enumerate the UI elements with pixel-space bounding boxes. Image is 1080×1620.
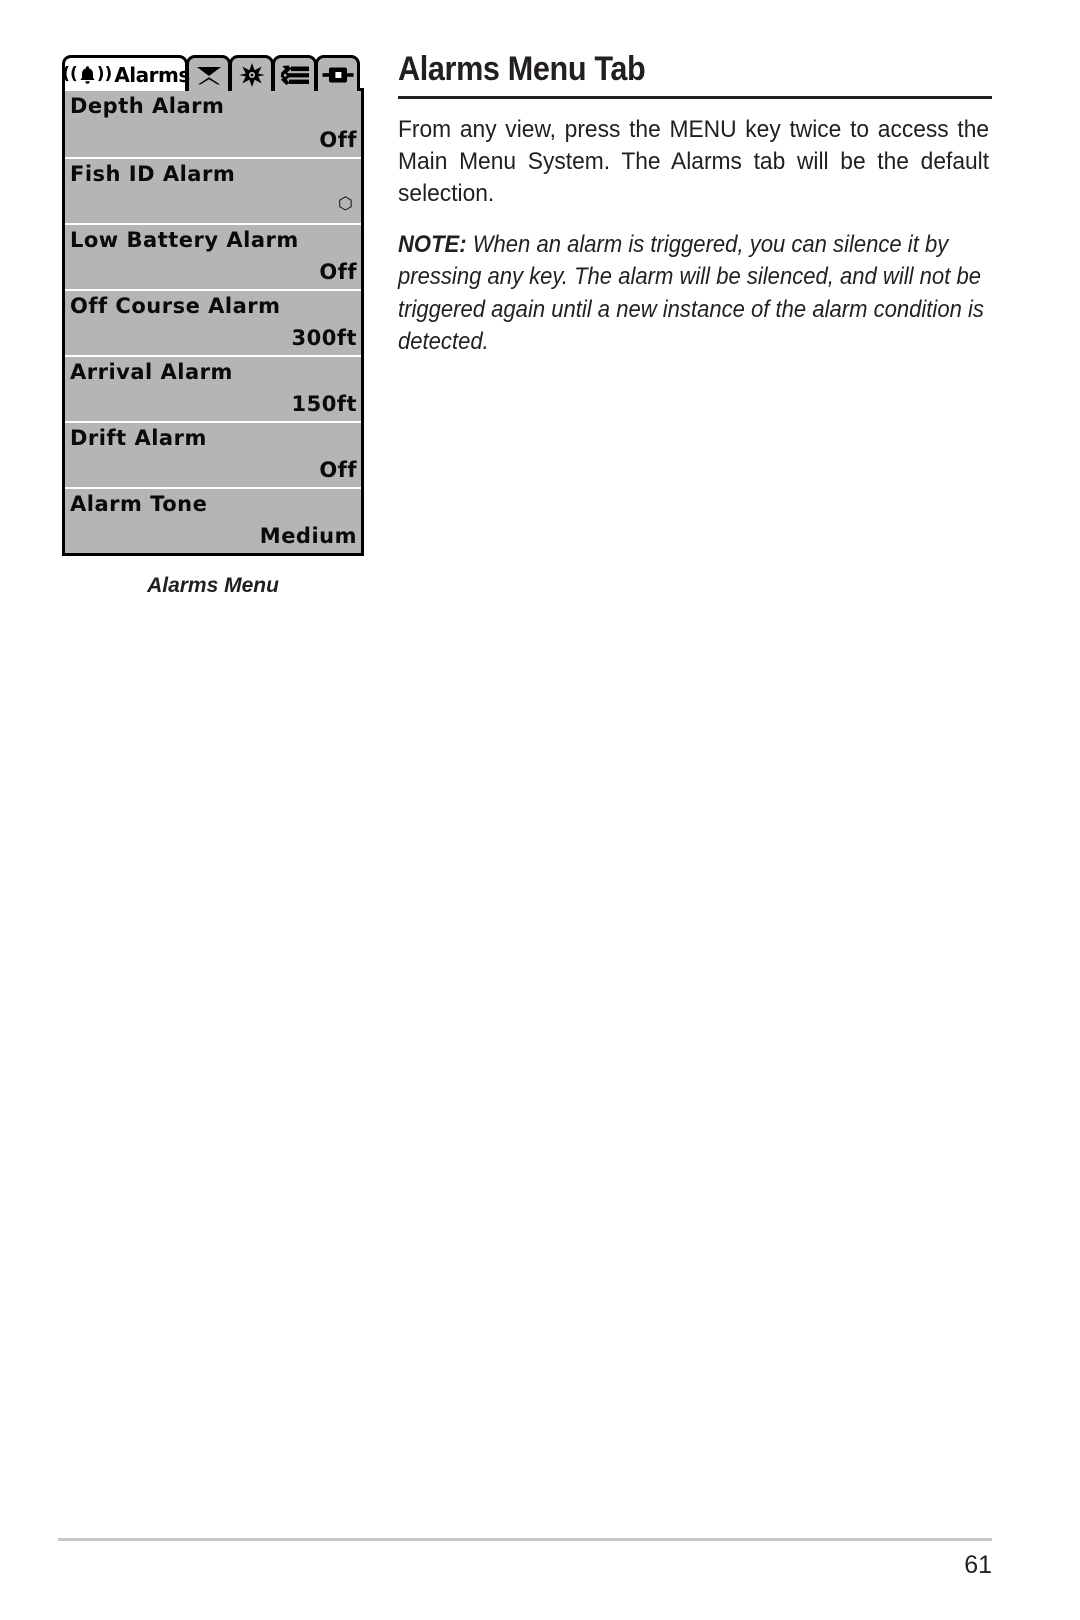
note-paragraph: NOTE: When an alarm is triggered, you ca… xyxy=(398,229,991,359)
sound-wave-left-icon: (( xyxy=(62,64,78,84)
menu-row[interactable]: Off Course Alarm 300ft xyxy=(65,289,361,355)
alarms-menu-list: Depth Alarm Off Fish ID Alarm ⬡ Low Batt… xyxy=(62,88,364,556)
menu-row-label: Drift Alarm xyxy=(70,426,207,450)
footer-divider xyxy=(58,1538,992,1541)
intro-paragraph: From any view, press the MENU key twice … xyxy=(398,115,990,208)
article-content: Alarms Menu Tab From any view, press the… xyxy=(398,50,992,359)
tab-alarms[interactable]: (( )) Alarms xyxy=(62,55,190,91)
menu-row-value: 300ft xyxy=(291,326,357,350)
heading-divider xyxy=(398,95,992,99)
brightness-sun-icon xyxy=(238,62,265,87)
tab-accessories[interactable] xyxy=(315,55,360,91)
wrench-sliders-icon xyxy=(280,65,309,85)
menu-row[interactable]: Arrival Alarm 150ft xyxy=(65,355,361,421)
bell-glyph-icon xyxy=(80,65,95,84)
menu-row-value: Medium xyxy=(259,524,357,548)
tab-setup[interactable] xyxy=(272,55,317,91)
menu-row-label: Depth Alarm xyxy=(70,94,225,118)
tab-alarms-label: Alarms xyxy=(114,62,190,87)
bell-icon: (( )) xyxy=(62,65,112,85)
menu-row-value: Off xyxy=(319,458,357,482)
menu-row-label: Alarm Tone xyxy=(70,492,208,516)
menu-row-label: Low Battery Alarm xyxy=(70,228,299,252)
menu-row-label: Fish ID Alarm xyxy=(70,162,236,186)
tab-sonar[interactable] xyxy=(186,55,231,91)
accessory-connector-icon xyxy=(322,67,353,82)
sonar-cone-icon xyxy=(196,66,221,84)
manual-page: (( )) Alarms Depth Alarm Off Fish ID Ala… xyxy=(0,0,1080,1620)
menu-row-value-glyph-icon: ⬡ xyxy=(338,194,353,214)
menu-row[interactable]: Alarm Tone Medium xyxy=(65,487,361,553)
page-number: 61 xyxy=(964,1551,992,1579)
alarms-menu-screenshot-figure: (( )) Alarms Depth Alarm Off Fish ID Ala… xyxy=(62,55,364,556)
menu-row-label: Arrival Alarm xyxy=(70,360,233,384)
menu-row[interactable]: Low Battery Alarm Off xyxy=(65,223,361,289)
note-text: When an alarm is triggered, you can sile… xyxy=(398,230,984,356)
menu-row-label: Off Course Alarm xyxy=(70,294,281,318)
figure-caption: Alarms Menu xyxy=(147,574,279,597)
menu-row[interactable]: Drift Alarm Off xyxy=(65,421,361,487)
menu-row[interactable]: Fish ID Alarm ⬡ xyxy=(65,157,361,223)
menu-row[interactable]: Depth Alarm Off xyxy=(65,91,361,157)
tab-display[interactable] xyxy=(229,55,274,91)
note-label: NOTE: xyxy=(398,230,467,258)
menu-tab-strip: (( )) Alarms xyxy=(62,55,364,91)
menu-row-value: Off xyxy=(319,128,357,152)
menu-row-value: Off xyxy=(319,260,357,284)
page-title: Alarms Menu Tab xyxy=(398,50,646,88)
sound-wave-right-icon: )) xyxy=(96,64,113,84)
menu-row-value: 150ft xyxy=(291,392,357,416)
